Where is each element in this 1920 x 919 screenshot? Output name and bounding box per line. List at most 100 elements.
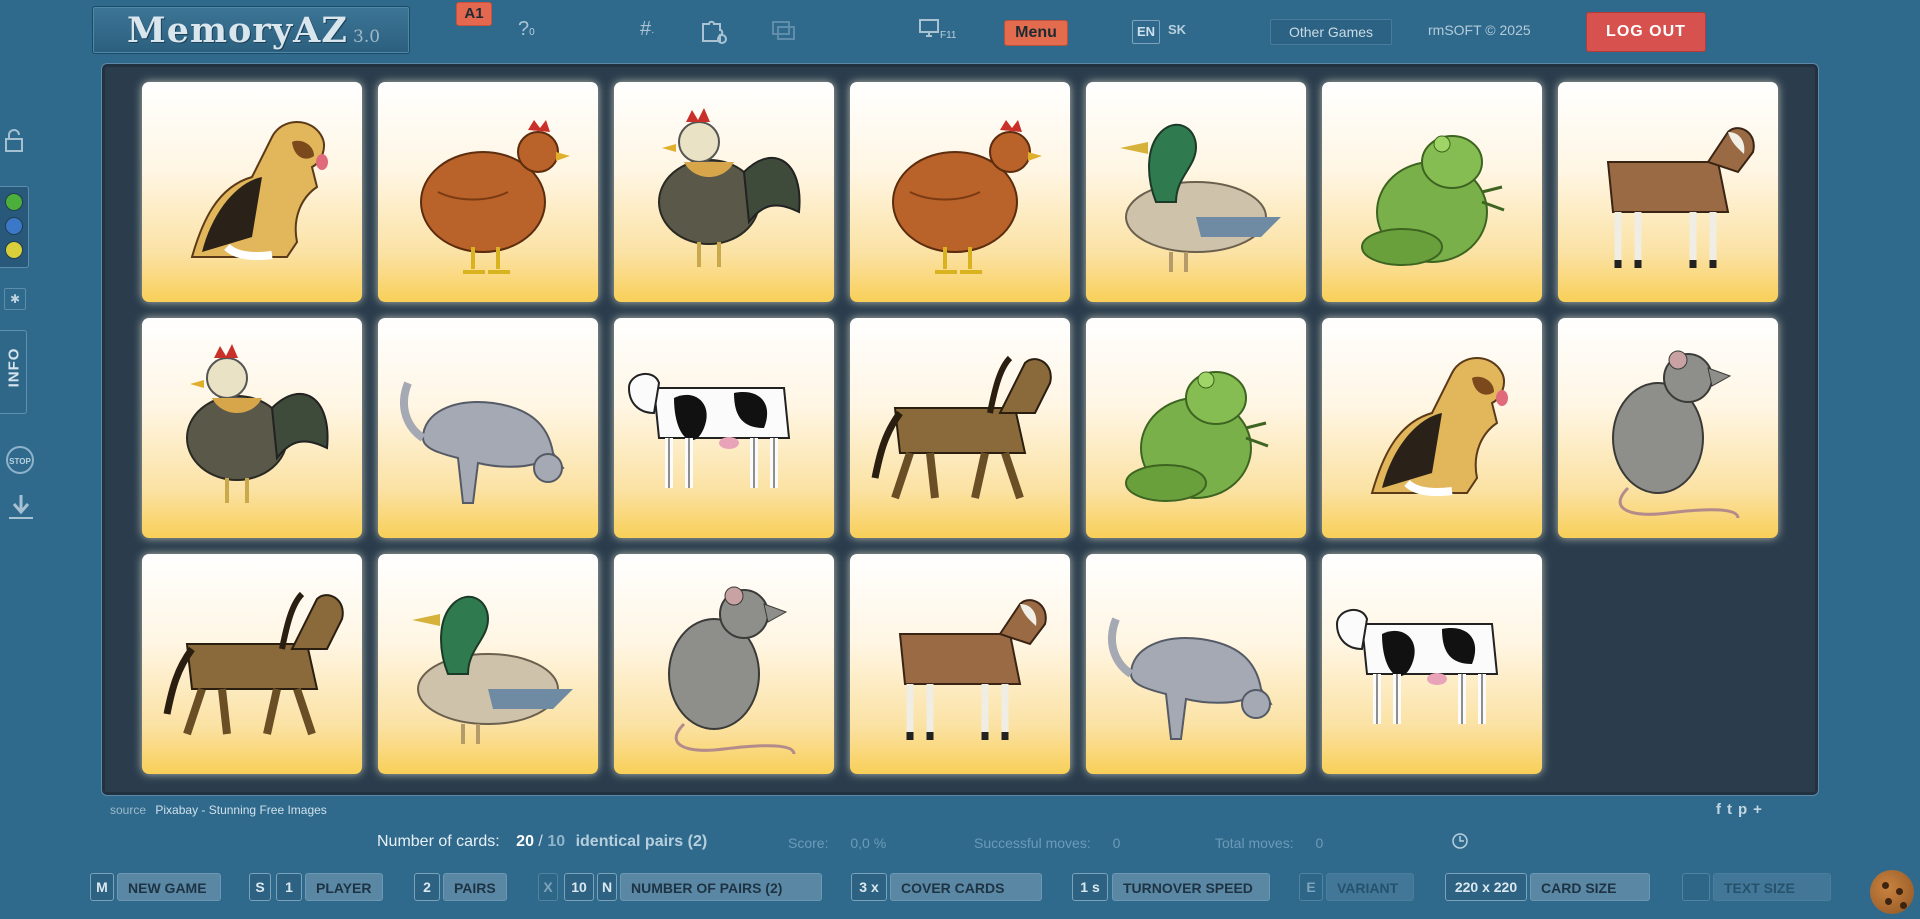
pairs-value[interactable]: 2 [414,873,440,901]
effects-icon[interactable]: ✱ [4,288,26,310]
total-moves-stat: Total moves: 0 [1215,835,1323,851]
memory-card-cat[interactable] [1086,554,1306,774]
pairs-button[interactable]: PAIRS [443,873,507,901]
rooster-icon [186,344,329,503]
new-game-key[interactable]: M [90,873,114,901]
speed-value[interactable]: 1 s [1072,873,1108,901]
lang-en-button[interactable]: EN [1132,20,1160,44]
rat-icon [668,586,796,755]
memory-card-hen[interactable] [378,82,598,302]
memory-card-frog[interactable] [1322,82,1542,302]
player-count[interactable]: 1 [276,873,302,901]
variant-button[interactable]: VARIANT [1326,873,1414,901]
source-label: source [110,803,147,817]
cookie-icon[interactable] [1870,870,1914,914]
number-of-pairs-select[interactable]: NUMBER OF PAIRS (2) [620,873,822,901]
lang-sk-button[interactable]: SK [1168,22,1186,37]
memory-card-duck[interactable] [1086,82,1306,302]
successful-value: 0 [1112,835,1121,851]
cards-count: 20 [516,833,534,850]
memory-card-rat[interactable] [614,554,834,774]
color-yellow-option[interactable] [5,241,23,259]
variant-key[interactable]: E [1299,873,1323,901]
card-size-value[interactable]: 220 x 220 [1445,873,1527,901]
logout-button[interactable]: LOG OUT [1586,12,1706,52]
player-key[interactable]: S [249,873,271,901]
pinterest-icon[interactable]: p [1738,801,1753,818]
cat-icon [400,381,565,504]
player-button[interactable]: PLAYER [305,873,383,901]
color-green-option[interactable] [5,193,23,211]
memory-card-goat[interactable] [1558,82,1778,302]
memory-card-horse[interactable] [142,554,362,774]
info-tab[interactable]: INFO [0,330,27,414]
pairs-number[interactable]: 10 [564,873,594,901]
twitter-icon[interactable]: t [1727,801,1738,818]
color-blue-option[interactable] [5,217,23,235]
memory-card-duck[interactable] [378,554,598,774]
cover-cards-button[interactable]: COVER CARDS [890,873,1042,901]
memory-card-cat[interactable] [378,318,598,538]
fullscreen-key: F11 [940,30,957,41]
memory-card-rat[interactable] [1558,318,1778,538]
hash-icon[interactable]: #· [640,18,654,41]
cards-summary: Number of cards: 20 / 10 identical pairs… [377,833,707,851]
pairs-text: identical pairs (2) [575,833,708,850]
score-label: Score: [788,835,829,851]
memory-card-goat[interactable] [850,554,1070,774]
fullscreen-icon[interactable]: F11 [918,18,957,44]
other-games-button[interactable]: Other Games [1270,19,1392,45]
stop-button[interactable]: STOP [6,446,34,474]
cover-value[interactable]: 3 x [851,873,887,901]
memory-card-horse[interactable] [850,318,1070,538]
menu-button[interactable]: Menu [1004,20,1068,46]
memory-card-rooster[interactable] [142,318,362,538]
color-picker[interactable] [0,186,29,268]
horse-icon [163,591,344,736]
info-label: INFO [5,347,23,388]
help-icon[interactable]: ?0 [518,18,535,41]
dog-icon [190,121,328,260]
puzzle-icon[interactable] [700,18,728,50]
memory-card-cow[interactable] [1322,554,1542,774]
facebook-icon[interactable]: f [1716,801,1727,818]
memory-card-hen[interactable] [850,82,1070,302]
game-board [101,63,1819,796]
hen-icon [420,120,570,274]
cow-icon [1335,609,1499,724]
score-value: 0,0 % [850,835,887,851]
successful-moves-stat: Successful moves: 0 [974,835,1120,851]
frog-icon [1361,135,1505,266]
frog-icon [1125,371,1269,502]
rooster-icon [658,108,801,267]
cards-sep: / [538,833,543,850]
plus-icon[interactable]: + [1753,801,1768,818]
memory-card-rooster[interactable] [614,82,834,302]
app-logo[interactable]: MemoryAZ 3.0 [92,6,410,54]
memory-card-cow[interactable] [614,318,834,538]
cow-icon [627,373,791,488]
duck-icon [412,595,573,744]
card-size-select[interactable]: CARD SIZE [1530,873,1650,901]
horse-icon [871,355,1052,500]
memory-card-dog[interactable] [142,82,362,302]
pairs-x-key[interactable]: X [538,873,558,901]
download-icon[interactable] [6,492,36,529]
text-size-select[interactable]: TEXT SIZE [1713,873,1831,901]
help-count: 0 [529,27,535,38]
source-link[interactable]: Pixabay - Stunning Free Images [155,803,326,817]
memory-card-dog[interactable] [1322,318,1542,538]
pairs-count: 10 [547,833,566,850]
new-game-button[interactable]: NEW GAME [117,873,221,901]
turnover-speed-button[interactable]: TURNOVER SPEED [1112,873,1270,901]
cards-icon[interactable] [770,18,798,50]
level-badge[interactable]: A1 [456,2,492,26]
text-size-value[interactable] [1682,873,1710,901]
app-version: 3.0 [353,27,381,47]
total-label: Total moves: [1215,835,1294,851]
score-stat: Score: 0,0 % [788,835,886,851]
cat-icon [1108,617,1273,740]
pairs-n-key[interactable]: N [597,873,617,901]
memory-card-frog[interactable] [1086,318,1306,538]
lock-icon[interactable] [4,128,26,154]
